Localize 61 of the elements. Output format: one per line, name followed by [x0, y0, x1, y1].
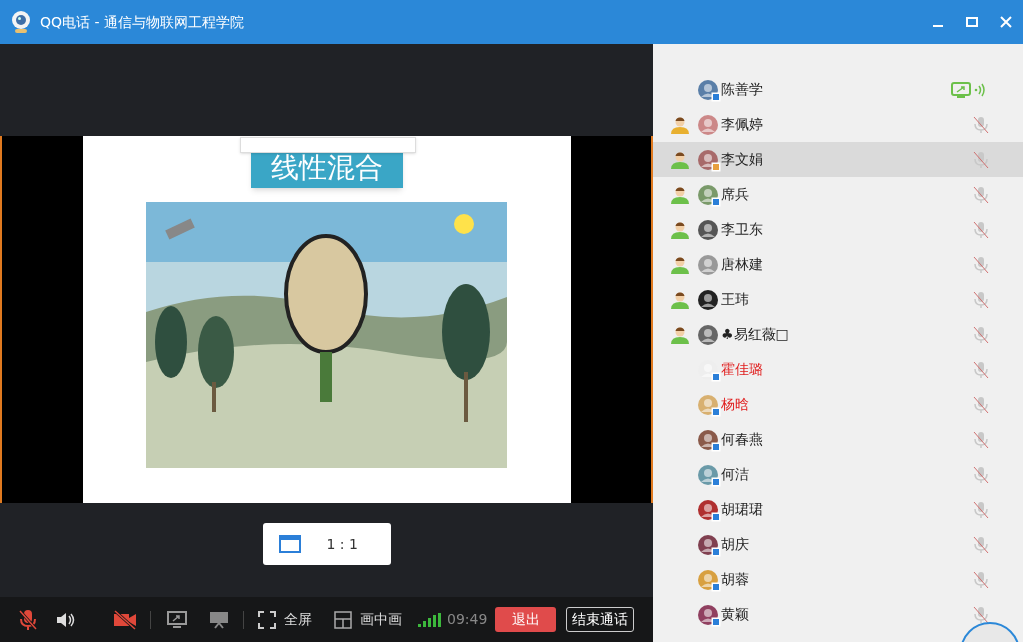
call-timer: 09:49 — [447, 610, 488, 629]
participant-row[interactable]: 李文娟 — [653, 142, 1023, 177]
device-badge-icon — [711, 371, 721, 382]
monitor-icon — [167, 610, 187, 629]
participant-name: 席兵 — [721, 185, 749, 204]
avatar-icon — [698, 324, 718, 345]
participant-name: 何洁 — [721, 465, 749, 484]
participant-name: 杨晗 — [721, 395, 749, 414]
signal-icon — [418, 612, 442, 627]
avatar-icon — [698, 114, 718, 135]
device-badge-icon — [711, 196, 721, 207]
avatar-icon — [698, 289, 718, 310]
speaker-icon — [56, 610, 76, 629]
avatar-icon — [698, 499, 718, 520]
participant-name: 王玮 — [721, 290, 749, 309]
avatar-icon — [698, 429, 718, 450]
participant-name: 李卫东 — [721, 220, 763, 239]
participant-name: 唐林建 — [721, 255, 763, 274]
layout-icon — [334, 610, 352, 629]
participant-name: 胡珺珺 — [721, 500, 763, 519]
avatar-icon — [698, 534, 718, 555]
device-badge-icon — [711, 91, 721, 102]
device-badge-icon — [711, 406, 721, 417]
avatar-icon — [698, 184, 718, 205]
window-title: QQ电话 - 通信与物联网工程学院 — [40, 12, 244, 32]
avatar-icon — [698, 254, 718, 275]
avatar-icon — [698, 569, 718, 590]
leave-button[interactable]: 退出 — [495, 607, 557, 632]
avatar-icon — [698, 464, 718, 485]
avatar-icon — [698, 79, 718, 100]
device-badge-icon — [711, 511, 721, 522]
view-ratio-button[interactable]: 1 : 1 — [262, 523, 391, 565]
avatar-icon — [698, 394, 718, 415]
avatar-icon — [698, 219, 718, 240]
participant-name: 陈善学 — [721, 80, 763, 99]
picture-in-picture-button[interactable]: 画中画 — [334, 609, 402, 630]
participant-name: 何春燕 — [721, 430, 763, 449]
participant-name: ♣易红薇□ — [721, 325, 789, 344]
device-badge-icon — [711, 546, 721, 557]
device-badge-icon — [711, 581, 721, 592]
avatar-icon — [698, 604, 718, 625]
participant-name: 李文娟 — [721, 150, 763, 169]
window-icon — [278, 535, 301, 553]
end-call-button[interactable]: 结束通话 — [566, 607, 635, 632]
device-badge-icon — [711, 616, 721, 627]
device-badge-icon — [711, 161, 721, 172]
projector-icon — [209, 610, 229, 629]
participant-name: 胡蓉 — [721, 570, 749, 589]
minimize-icon — [933, 25, 943, 27]
participant-name: 胡庆 — [721, 535, 749, 554]
avatar-icon — [698, 149, 718, 170]
device-badge-icon — [711, 476, 721, 487]
close-icon — [1000, 16, 1012, 28]
fullscreen-button[interactable]: 全屏 — [258, 609, 312, 630]
expand-icon — [258, 610, 276, 629]
participant-name: 霍佳璐 — [721, 360, 763, 379]
maximize-icon — [966, 16, 978, 28]
participant-name: 黄颖 — [721, 605, 749, 624]
device-badge-icon — [711, 441, 721, 452]
participant-name: 李佩婷 — [721, 115, 763, 134]
webcam-icon — [10, 10, 32, 34]
